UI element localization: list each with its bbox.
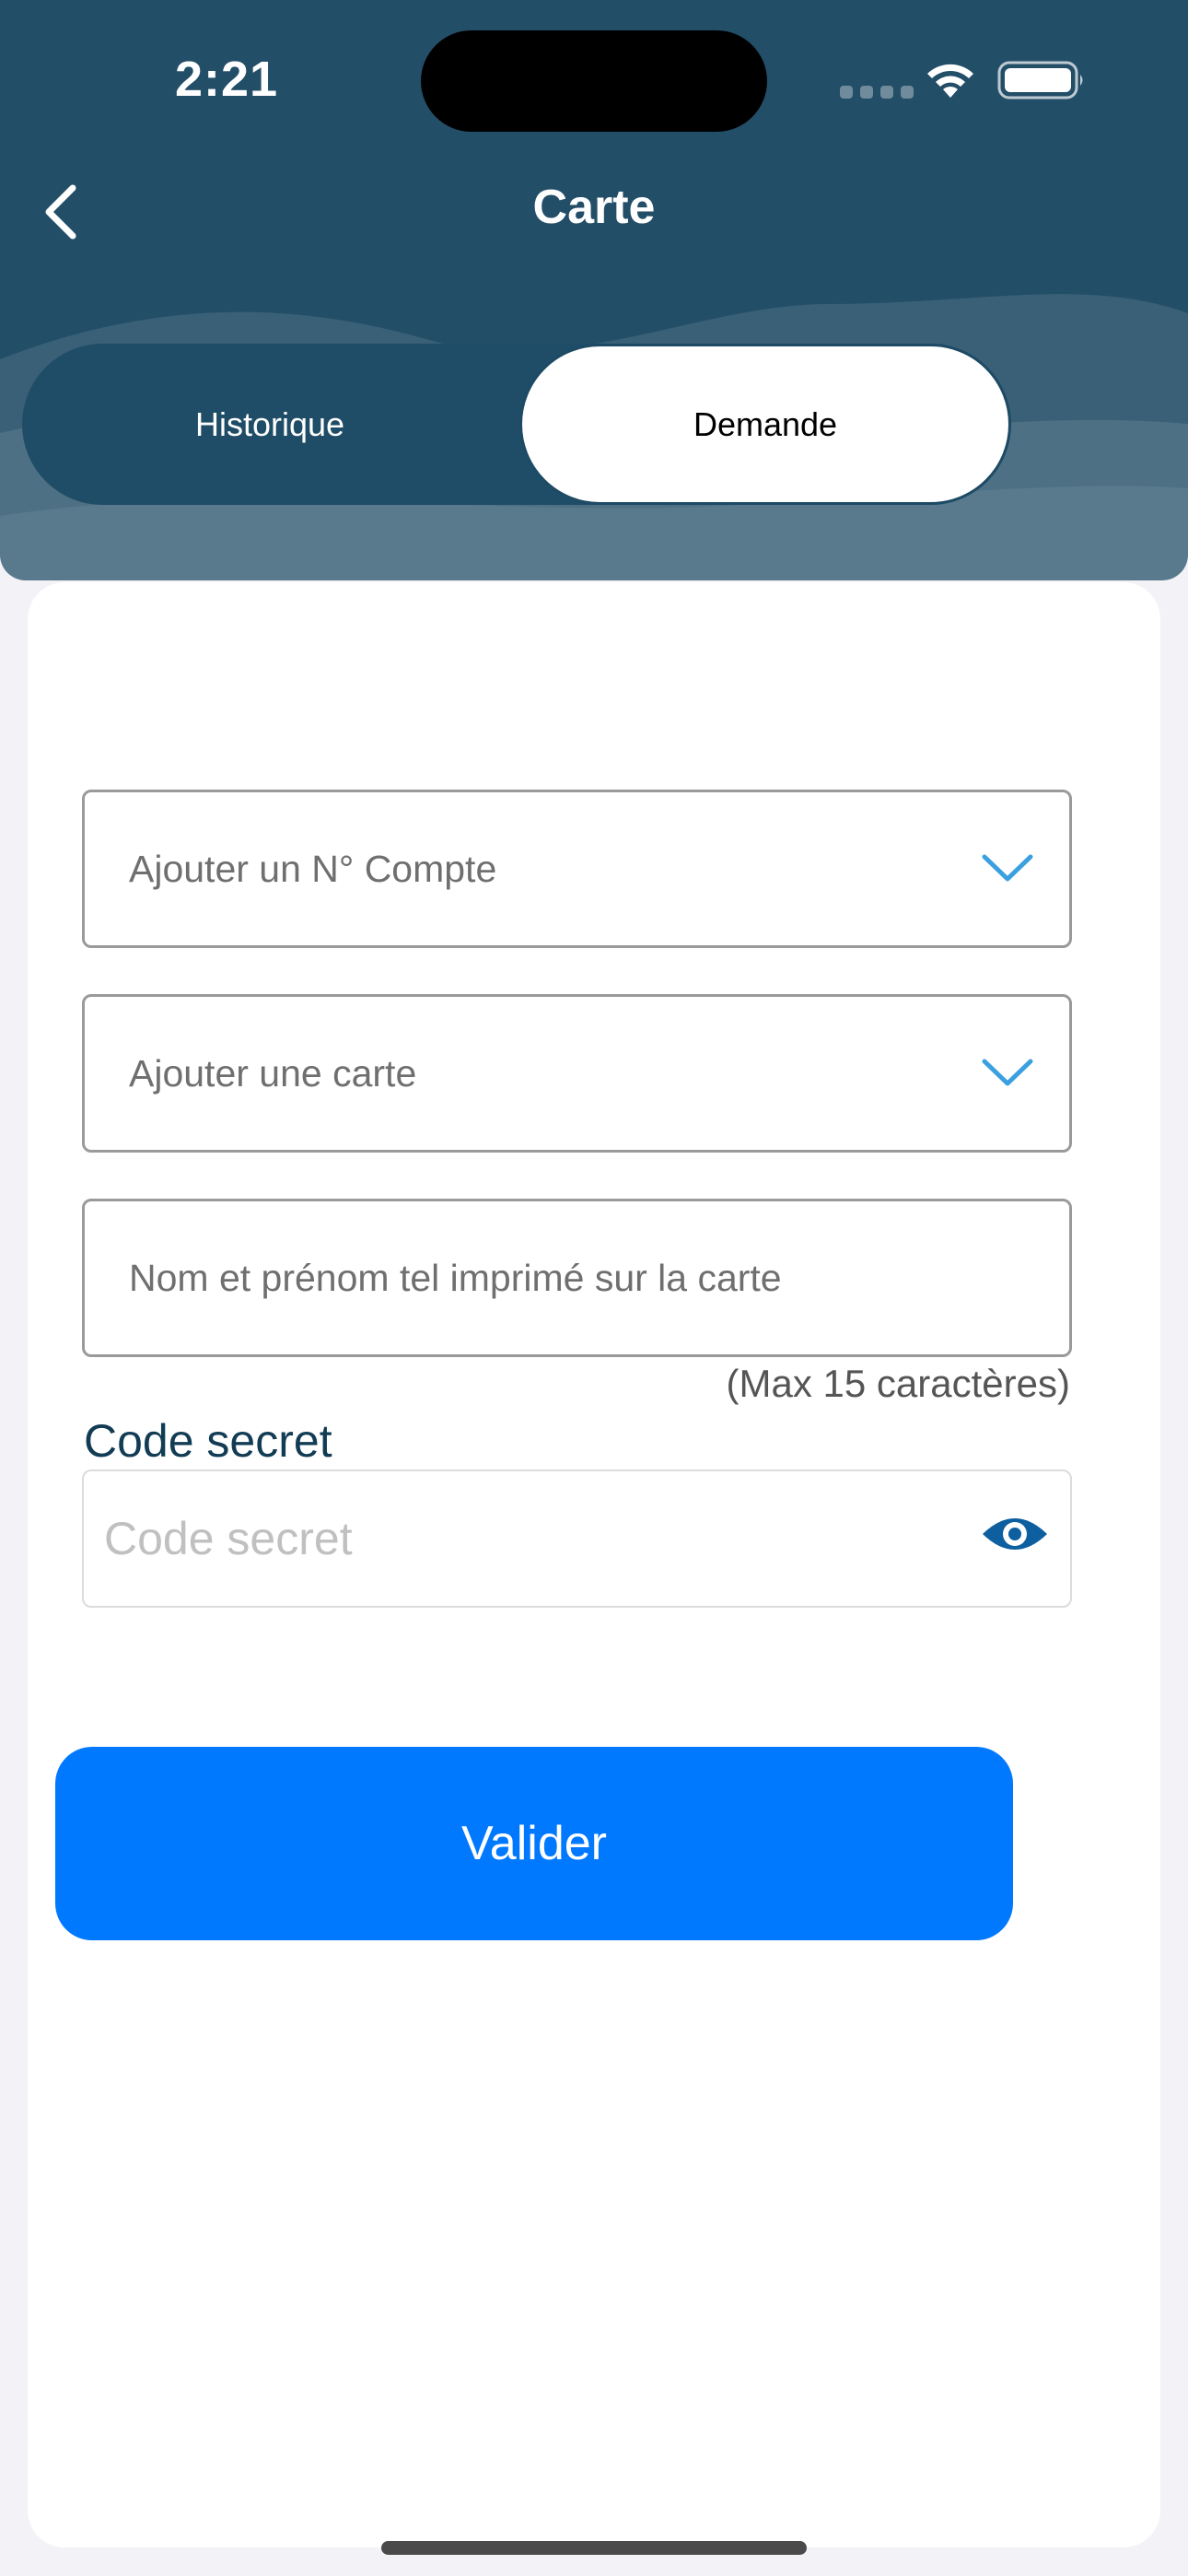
card-select[interactable]: Ajouter une carte <box>82 994 1072 1153</box>
tab-demande[interactable]: Demande <box>519 344 1011 505</box>
name-max-length-hint: (Max 15 caractères) <box>726 1362 1070 1405</box>
chevron-down-icon <box>982 1059 1033 1086</box>
tab-historique[interactable]: Historique <box>22 344 518 505</box>
cardholder-name-input[interactable] <box>85 1201 1069 1354</box>
account-number-select[interactable]: Ajouter un N° Compte <box>82 790 1072 948</box>
chevron-down-icon <box>982 854 1033 882</box>
card-placeholder: Ajouter une carte <box>129 1051 417 1095</box>
cellular-signal-icon <box>840 86 914 99</box>
dynamic-island <box>421 30 767 132</box>
submit-button[interactable]: Valider <box>55 1747 1013 1940</box>
wifi-icon <box>927 64 973 98</box>
battery-icon <box>997 61 1083 100</box>
header: 2:21 Carte Historique Demande <box>0 0 1188 580</box>
secret-code-label: Code secret <box>84 1415 332 1467</box>
status-time: 2:21 <box>175 52 279 107</box>
segmented-control: Historique Demande <box>22 344 1011 505</box>
cardholder-name-field <box>82 1199 1072 1357</box>
page-title: Carte <box>532 181 656 234</box>
secret-code-field <box>82 1469 1072 1608</box>
secret-code-input[interactable] <box>84 1471 949 1606</box>
eye-icon[interactable] <box>980 1508 1050 1560</box>
home-indicator <box>381 2541 807 2555</box>
account-number-placeholder: Ajouter un N° Compte <box>129 847 497 890</box>
